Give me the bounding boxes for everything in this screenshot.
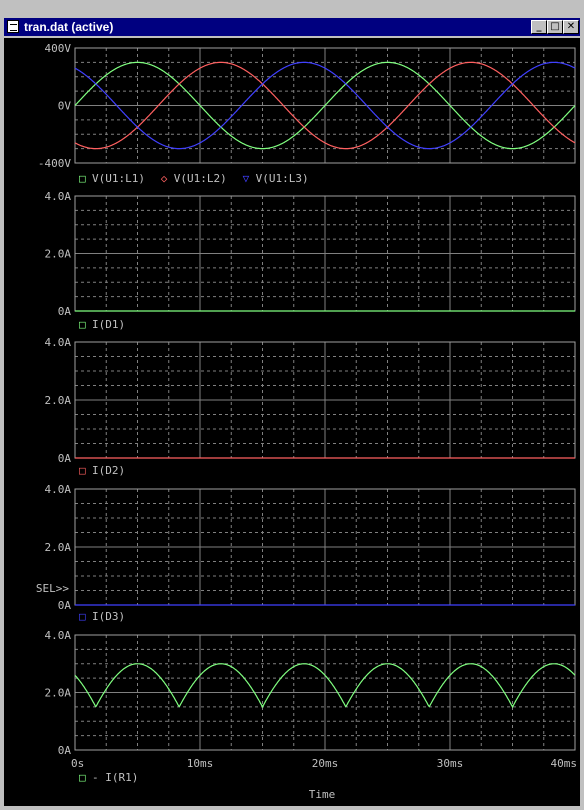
x-axis-label: Time <box>309 788 336 801</box>
y-tick-label: 400V <box>45 42 72 55</box>
y-tick-label: 4.0A <box>45 336 72 349</box>
legend-marker: ◇ <box>161 172 168 185</box>
legend-label: V(U1:L3) <box>256 172 309 185</box>
x-tick-label: 30ms <box>437 757 464 770</box>
y-tick-label: 4.0A <box>45 190 72 203</box>
x-tick-label: 0s <box>71 757 84 770</box>
legend-marker: □ <box>79 172 86 185</box>
y-tick-label: 0A <box>58 452 72 465</box>
title-bar[interactable]: tran.dat (active) _ □ ✕ <box>4 18 580 36</box>
legend-label: I(D1) <box>92 318 125 331</box>
y-tick-label: 0A <box>58 744 72 757</box>
legend-marker: ▽ <box>243 172 250 185</box>
y-tick-label: -400V <box>38 157 71 170</box>
legend-marker: □ <box>79 771 86 784</box>
legend-marker: □ <box>79 610 86 623</box>
legend-marker: □ <box>79 318 86 331</box>
y-tick-label: 4.0A <box>45 483 72 496</box>
y-tick-label: 2.0A <box>45 687 72 700</box>
y-tick-label: 2.0A <box>45 248 72 261</box>
window-title: tran.dat (active) <box>24 20 114 34</box>
y-tick-label: 2.0A <box>45 394 72 407</box>
x-tick-label: 10ms <box>187 757 214 770</box>
minimize-button[interactable]: _ <box>531 20 547 34</box>
x-tick-label: 40ms <box>551 757 578 770</box>
legend-label: V(U1:L2) <box>174 172 227 185</box>
document-icon <box>7 20 19 33</box>
maximize-button[interactable]: □ <box>547 20 563 34</box>
y-tick-label: 0V <box>58 100 72 113</box>
y-tick-label: 0A <box>58 599 72 612</box>
sel-marker: SEL>> <box>36 582 69 595</box>
legend-label: I(D3) <box>92 610 125 623</box>
legend-label: I(D2) <box>92 464 125 477</box>
plot-area[interactable]: 400V 0V -400V □ V(U1:L1) ◇ V(U1:L2) ▽ V(U1:L3) 4.… <box>4 38 580 806</box>
x-tick-label: 20ms <box>312 757 339 770</box>
y-tick-label: 4.0A <box>45 629 72 642</box>
y-tick-label: 0A <box>58 305 72 318</box>
y-tick-label: 2.0A <box>45 541 72 554</box>
waveform-plots[interactable]: 400V 0V -400V □ V(U1:L1) ◇ V(U1:L2) ▽ V(U1:L3) 4.… <box>4 38 580 806</box>
legend-marker: □ <box>79 464 86 477</box>
legend-label: V(U1:L1) <box>92 172 145 185</box>
close-button[interactable]: ✕ <box>563 20 579 34</box>
legend-label: - I(R1) <box>92 771 138 784</box>
probe-window: tran.dat (active) _ □ ✕ 400V 0V -400V □ V(U1… <box>0 15 584 806</box>
